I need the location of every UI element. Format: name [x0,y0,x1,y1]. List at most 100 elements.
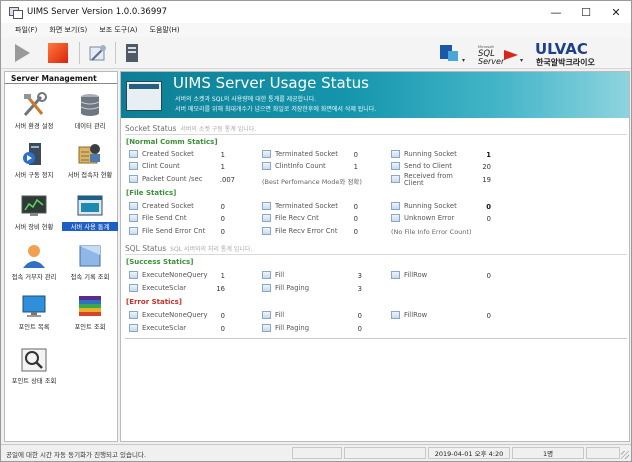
stop-button[interactable] [45,41,71,65]
sidebar-item-point-list[interactable]: 포인트 목록 [6,293,62,331]
stat-label: File Send Cnt [142,214,187,222]
stat-value: 1 [486,151,491,159]
stat-label: Packet Count /sec [142,175,203,183]
divider [125,134,627,135]
stat-icon [129,150,138,158]
stat-label: Running Socket [404,202,457,210]
magnifier-icon [21,348,47,372]
close-button[interactable]: ✕ [601,1,631,23]
stat-icon [129,162,138,170]
stat-label: File Recv Error Cnt [275,227,338,235]
database-icon [80,94,100,116]
tools-button[interactable] [85,41,111,65]
server-tower-icon [23,143,41,165]
sidebar-item-point-query[interactable]: 포인트 조회 [62,293,118,331]
sidebar-item-server-config[interactable]: 서버 환경 설정 [6,92,62,130]
error-statics-title: [Error Statics] [126,298,182,306]
stat-label: File Send Error Cnt [142,227,206,235]
monitor-icon [22,295,46,317]
stat-icon [129,311,138,319]
exit-button[interactable] [119,41,145,65]
stat-value: 20 [482,163,491,171]
stat-value: 0 [357,312,362,320]
stat-label: Terminated Socket [275,150,338,158]
stat-label: Unknown Error [404,214,455,222]
menu-tools[interactable]: 보조 도구(A) [99,25,137,35]
stat-value: 0 [353,151,358,159]
tools-icon [23,92,47,116]
sidebar-item-server-devices[interactable]: 서버 장비 현황 [6,193,62,231]
svg-text:▾: ▾ [520,57,523,64]
stat-icon [262,271,271,279]
window-title: UIMS Server Version 1.0.0.36997 [27,7,168,17]
status-datetime: 2019-04-01 오후 4:20 [428,447,510,459]
stat-label: Fill Paging [275,284,310,292]
stat-icon [262,284,271,292]
sidebar-item-data-management[interactable]: 데이터 관리 [62,92,118,130]
stat-label: Fill Paging [275,324,310,332]
user-icon [23,245,45,268]
sidebar-item-access-log[interactable]: 접속 기록 조회 [62,243,118,281]
user-list-icon [78,144,100,164]
stat-label: ExecuteSclar [142,324,187,332]
stat-icon [262,162,271,170]
stat-value: 0 [486,272,491,280]
menu-view[interactable]: 화면 보기(S) [49,25,87,35]
toolbar-separator [79,42,80,64]
divider [125,254,627,255]
menu-help[interactable]: 도움말(H) [150,25,180,35]
stat-value: 0 [220,215,225,223]
status-message: 공일에 대한 시간 자동 동기화가 진행되고 있습니다. [6,451,147,459]
monitor-chart-icon [21,195,47,216]
status-cell [292,447,342,459]
stat-icon [129,202,138,210]
maximize-button[interactable]: ☐ [571,1,601,23]
stat-icon [129,227,138,235]
sidebar-item-connected-users[interactable]: 서버 접속자 현황 [62,141,118,179]
sidebar-item-point-status[interactable]: 포인트 상태 조회 [6,347,62,385]
sidebar-item-server-usage-stats[interactable]: 서버 사용 통계 [62,193,118,231]
stat-icon [391,214,400,222]
menu-file[interactable]: 파일(F) [15,25,37,35]
sidebar-item-denied-users[interactable]: 접속 거부자 관리 [6,243,62,281]
socket-status-header: Socket Status 서버의 소켓 구동 통계 입니다. [125,124,257,133]
start-button[interactable] [9,41,35,65]
divider [125,338,627,339]
app-window: UIMS Server Version 1.0.0.36997 — ☐ ✕ 파일… [0,0,632,462]
stat-label: Created Socket [142,202,194,210]
success-statics-title: [Success Statics] [126,258,194,266]
stat-icon [262,311,271,319]
toolbar: ▾ Microsoft SQL Server ▾ ULVAC 한국알박크라이오 [1,37,631,69]
window-stats-icon [77,195,103,216]
stat-value: 1 [220,163,225,171]
stat-icon [391,202,400,210]
stat-value: 0 [357,325,362,333]
resize-grip[interactable] [621,451,629,459]
stat-icon [262,150,271,158]
minimize-button[interactable]: — [541,1,571,23]
stat-value: 0 [220,228,225,236]
stat-icon [391,311,400,319]
tools-icon [89,45,106,61]
stat-value: 1 [220,272,225,280]
sidebar-item-server-start-stop[interactable]: 서버 구동 정지 [6,141,62,179]
stat-value: 0 [353,228,358,236]
stat-label: ClintInfo Count [275,162,326,170]
stat-label: ExecuteNoneQuery [142,311,208,319]
stat-value: 3 [357,272,362,280]
stat-value: 1 [353,163,358,171]
stat-label: Terminated Socket [275,202,338,210]
stat-icon [129,271,138,279]
stat-icon [129,324,138,332]
stat-label: ExecuteNoneQuery [142,271,208,279]
stat-icon [262,324,271,332]
banner-description-1: 서버의 소켓과 SQL의 사용량에 대한 통계를 제공합니다. [175,96,317,103]
stat-icon [262,202,271,210]
stat-value: .007 [219,176,235,184]
stat-label-cont: Client [404,179,424,187]
stat-label: FillRow [404,311,428,319]
colorful-grid-icon [79,296,101,316]
stat-label: ExecuteSclar [142,284,187,292]
status-cell [344,447,426,459]
stat-icon [262,214,271,222]
